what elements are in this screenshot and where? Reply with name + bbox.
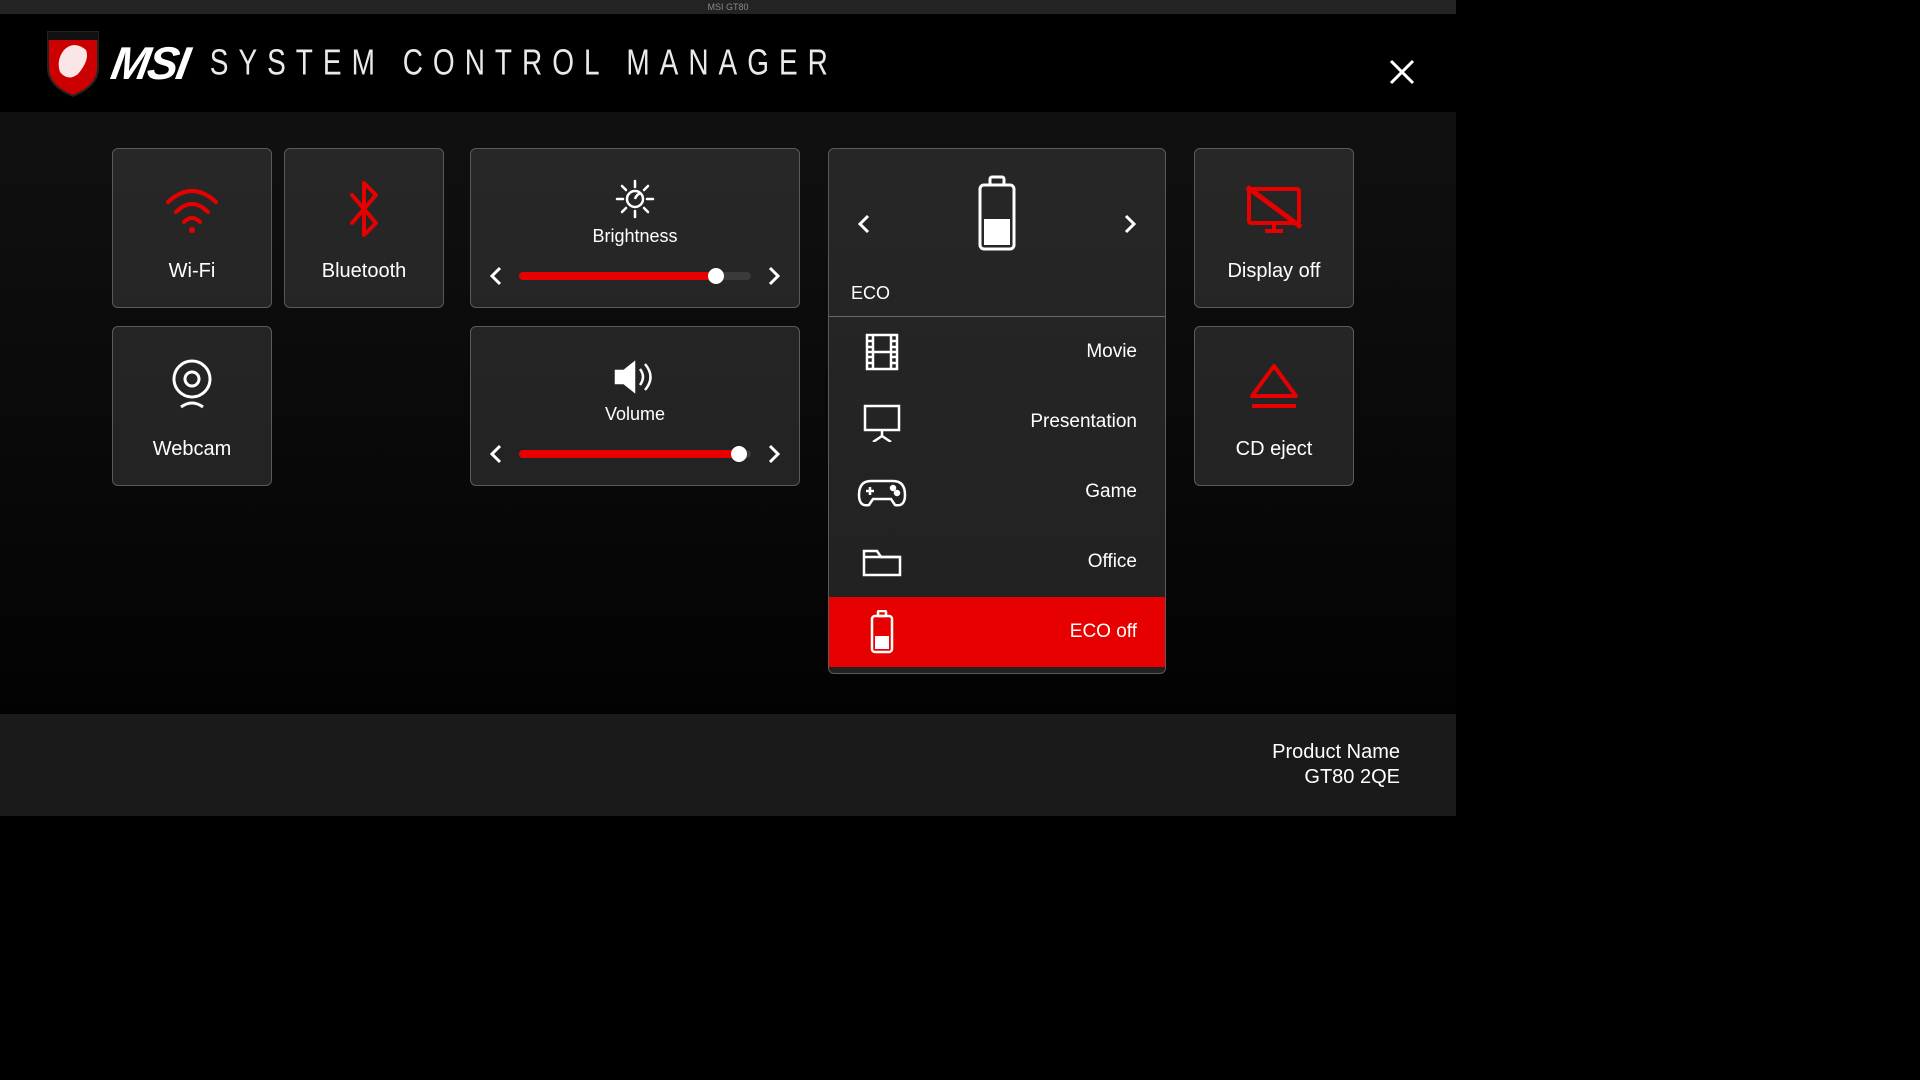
volume-decrease-button[interactable] bbox=[481, 439, 511, 469]
product-name-label: Product Name bbox=[1272, 741, 1400, 764]
volume-increase-button[interactable] bbox=[759, 439, 789, 469]
brightness-icon bbox=[615, 178, 655, 220]
main-panel: Wi-Fi Bluetooth Webcam Brightness bbox=[0, 148, 1456, 714]
bluetooth-label: Bluetooth bbox=[322, 260, 407, 283]
eco-header: ECO bbox=[829, 149, 1165, 317]
volume-tile: Volume bbox=[470, 326, 800, 486]
display-off-tile[interactable]: Display off bbox=[1194, 148, 1354, 308]
volume-label: Volume bbox=[605, 404, 665, 425]
eco-header-label: ECO bbox=[851, 283, 1143, 304]
volume-icon bbox=[612, 356, 658, 398]
app-header: MSI SYSTEM CONTROL MANAGER bbox=[0, 14, 1456, 112]
eco-item-eco-off[interactable]: ECO off bbox=[829, 597, 1165, 667]
underlying-window-bar: MSI GT80 bbox=[0, 0, 1456, 14]
film-icon bbox=[857, 333, 907, 371]
close-icon bbox=[1387, 57, 1417, 87]
cd-eject-label: CD eject bbox=[1236, 438, 1313, 461]
bluetooth-tile[interactable]: Bluetooth bbox=[284, 148, 444, 308]
wifi-tile[interactable]: Wi-Fi bbox=[112, 148, 272, 308]
eco-item-office[interactable]: Office bbox=[829, 527, 1165, 597]
eco-item-label: Presentation bbox=[907, 411, 1137, 433]
eco-item-label: Movie bbox=[907, 341, 1137, 363]
app-title: SYSTEM CONTROL MANAGER bbox=[210, 42, 838, 84]
brightness-label: Brightness bbox=[592, 226, 677, 247]
wifi-icon bbox=[162, 174, 222, 244]
battery-icon bbox=[974, 175, 1020, 258]
brightness-decrease-button[interactable] bbox=[481, 261, 511, 291]
close-button[interactable] bbox=[1382, 52, 1422, 92]
underlying-window-title: MSI GT80 bbox=[707, 0, 748, 14]
webcam-label: Webcam bbox=[153, 438, 232, 461]
presentation-icon bbox=[857, 402, 907, 442]
eject-icon bbox=[1246, 352, 1302, 422]
folder-icon bbox=[857, 545, 907, 579]
brightness-thumb[interactable] bbox=[708, 268, 724, 284]
product-name-value: GT80 2QE bbox=[1272, 766, 1400, 789]
brightness-increase-button[interactable] bbox=[759, 261, 789, 291]
eco-next-button[interactable] bbox=[1115, 209, 1145, 239]
webcam-icon bbox=[167, 352, 217, 422]
volume-thumb[interactable] bbox=[731, 446, 747, 462]
display-off-icon bbox=[1243, 174, 1305, 244]
eco-item-presentation[interactable]: Presentation bbox=[829, 387, 1165, 457]
eco-prev-button[interactable] bbox=[849, 209, 879, 239]
wifi-label: Wi-Fi bbox=[169, 260, 216, 283]
battery-small-icon bbox=[857, 610, 907, 654]
bluetooth-icon bbox=[344, 174, 384, 244]
volume-slider[interactable] bbox=[519, 450, 751, 458]
brightness-tile: Brightness bbox=[470, 148, 800, 308]
eco-item-label: Game bbox=[907, 481, 1137, 503]
msi-wordmark: MSI bbox=[107, 36, 192, 90]
footer-bar: Product Name GT80 2QE bbox=[0, 714, 1456, 816]
eco-panel: ECO Movie Presentation bbox=[828, 148, 1166, 674]
eco-item-label: ECO off bbox=[907, 621, 1137, 643]
eco-item-movie[interactable]: Movie bbox=[829, 317, 1165, 387]
eco-item-label: Office bbox=[907, 551, 1137, 573]
msi-shield-logo bbox=[44, 28, 102, 98]
brightness-slider[interactable] bbox=[519, 272, 751, 280]
gamepad-icon bbox=[857, 475, 907, 509]
eco-item-game[interactable]: Game bbox=[829, 457, 1165, 527]
display-off-label: Display off bbox=[1227, 260, 1320, 283]
cd-eject-tile[interactable]: CD eject bbox=[1194, 326, 1354, 486]
webcam-tile[interactable]: Webcam bbox=[112, 326, 272, 486]
